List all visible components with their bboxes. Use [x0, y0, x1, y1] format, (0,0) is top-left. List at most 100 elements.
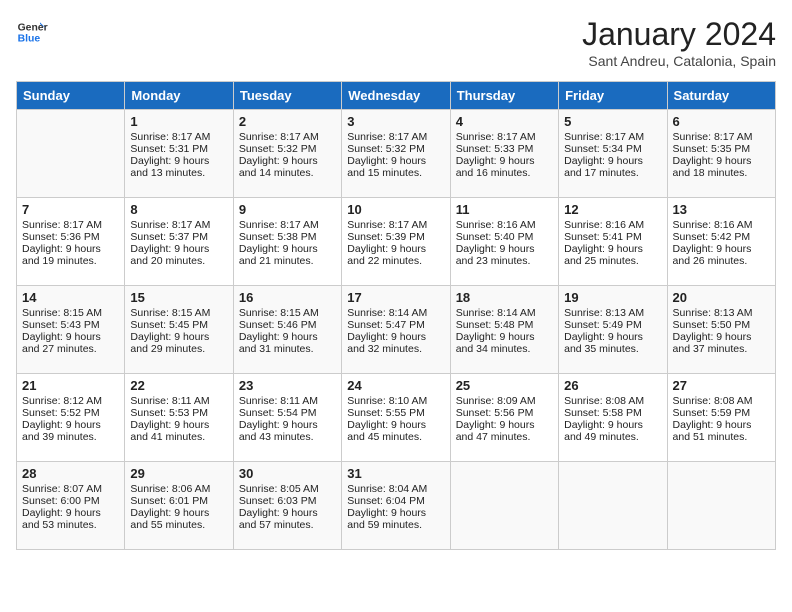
day-info: and 15 minutes. — [347, 167, 444, 179]
day-info: and 35 minutes. — [564, 343, 661, 355]
day-info: Sunrise: 8:13 AM — [673, 307, 770, 319]
day-info: Daylight: 9 hours — [673, 243, 770, 255]
day-info: and 27 minutes. — [22, 343, 119, 355]
column-header-sunday: Sunday — [17, 82, 125, 110]
day-info: Sunrise: 8:17 AM — [130, 131, 227, 143]
calendar-cell: 13Sunrise: 8:16 AMSunset: 5:42 PMDayligh… — [667, 198, 775, 286]
calendar-cell: 15Sunrise: 8:15 AMSunset: 5:45 PMDayligh… — [125, 286, 233, 374]
day-info: Daylight: 9 hours — [239, 243, 336, 255]
day-info: Sunrise: 8:14 AM — [456, 307, 553, 319]
day-info: Daylight: 9 hours — [673, 331, 770, 343]
day-info: Daylight: 9 hours — [564, 155, 661, 167]
day-number: 4 — [456, 114, 553, 129]
day-number: 27 — [673, 378, 770, 393]
calendar-cell: 22Sunrise: 8:11 AMSunset: 5:53 PMDayligh… — [125, 374, 233, 462]
day-info: and 25 minutes. — [564, 255, 661, 267]
day-info: Daylight: 9 hours — [347, 507, 444, 519]
day-info: Daylight: 9 hours — [347, 331, 444, 343]
day-number: 17 — [347, 290, 444, 305]
title-block: January 2024 Sant Andreu, Catalonia, Spa… — [582, 16, 776, 69]
day-number: 6 — [673, 114, 770, 129]
day-number: 12 — [564, 202, 661, 217]
day-info: Daylight: 9 hours — [673, 419, 770, 431]
calendar-cell: 18Sunrise: 8:14 AMSunset: 5:48 PMDayligh… — [450, 286, 558, 374]
day-info: and 53 minutes. — [22, 519, 119, 531]
calendar-cell — [17, 110, 125, 198]
calendar-cell — [450, 462, 558, 550]
calendar-cell: 20 Sunrise: 8:13 AMSunset: 5:50 PMDayligh… — [667, 286, 775, 374]
day-number: 21 — [22, 378, 119, 393]
day-info: Daylight: 9 hours — [22, 331, 119, 343]
week-row-1: 7Sunrise: 8:17 AMSunset: 5:36 PMDaylight… — [17, 198, 776, 286]
calendar-cell: 9Sunrise: 8:17 AMSunset: 5:38 PMDaylight… — [233, 198, 341, 286]
day-number: 10 — [347, 202, 444, 217]
day-info: Daylight: 9 hours — [564, 331, 661, 343]
day-info: Sunrise: 8:17 AM — [22, 219, 119, 231]
day-info: Sunset: 5:35 PM — [673, 143, 770, 155]
day-info: and 14 minutes. — [239, 167, 336, 179]
day-number: 15 — [130, 290, 227, 305]
day-number: 29 — [130, 466, 227, 481]
day-info: Sunset: 6:00 PM — [22, 495, 119, 507]
day-info: Sunset: 5:31 PM — [130, 143, 227, 155]
day-info: Sunrise: 8:17 AM — [456, 131, 553, 143]
week-row-0: 1Sunrise: 8:17 AMSunset: 5:31 PMDaylight… — [17, 110, 776, 198]
column-header-wednesday: Wednesday — [342, 82, 450, 110]
day-info: and 21 minutes. — [239, 255, 336, 267]
day-number: 20 — [673, 290, 770, 305]
day-info: Sunset: 5:34 PM — [564, 143, 661, 155]
day-info: Sunrise: 8:15 AM — [239, 307, 336, 319]
calendar-cell: 2Sunrise: 8:17 AMSunset: 5:32 PMDaylight… — [233, 110, 341, 198]
day-info: Daylight: 9 hours — [239, 507, 336, 519]
column-header-thursday: Thursday — [450, 82, 558, 110]
day-number: 2 — [239, 114, 336, 129]
calendar-cell: 28Sunrise: 8:07 AMSunset: 6:00 PMDayligh… — [17, 462, 125, 550]
calendar-cell: 24Sunrise: 8:10 AMSunset: 5:55 PMDayligh… — [342, 374, 450, 462]
calendar-cell: 17Sunrise: 8:14 AMSunset: 5:47 PMDayligh… — [342, 286, 450, 374]
day-info: Sunrise: 8:17 AM — [347, 219, 444, 231]
day-info: Sunrise: 8:08 AM — [564, 395, 661, 407]
location: Sant Andreu, Catalonia, Spain — [582, 53, 776, 69]
calendar-cell — [559, 462, 667, 550]
day-info: Daylight: 9 hours — [130, 419, 227, 431]
day-info: Sunrise: 8:17 AM — [130, 219, 227, 231]
day-info: Sunrise: 8:06 AM — [130, 483, 227, 495]
day-info: Sunrise: 8:11 AM — [130, 395, 227, 407]
day-number: 19 — [564, 290, 661, 305]
day-info: and 37 minutes. — [673, 343, 770, 355]
day-number: 16 — [239, 290, 336, 305]
calendar-cell: 21Sunrise: 8:12 AMSunset: 5:52 PMDayligh… — [17, 374, 125, 462]
day-info: Daylight: 9 hours — [347, 155, 444, 167]
day-info: Sunrise: 8:14 AM — [347, 307, 444, 319]
week-row-3: 21Sunrise: 8:12 AMSunset: 5:52 PMDayligh… — [17, 374, 776, 462]
day-info: and 31 minutes. — [239, 343, 336, 355]
day-info: Sunset: 5:39 PM — [347, 231, 444, 243]
calendar-cell: 26Sunrise: 8:08 AMSunset: 5:58 PMDayligh… — [559, 374, 667, 462]
logo: General Blue — [16, 16, 48, 48]
day-info: Sunset: 5:50 PM — [673, 319, 770, 331]
day-number: 9 — [239, 202, 336, 217]
day-info: and 32 minutes. — [347, 343, 444, 355]
calendar-cell: 27Sunrise: 8:08 AMSunset: 5:59 PMDayligh… — [667, 374, 775, 462]
day-info: Sunset: 5:46 PM — [239, 319, 336, 331]
day-info: and 39 minutes. — [22, 431, 119, 443]
day-info: Sunrise: 8:17 AM — [564, 131, 661, 143]
calendar-cell: 25Sunrise: 8:09 AMSunset: 5:56 PMDayligh… — [450, 374, 558, 462]
day-info: and 23 minutes. — [456, 255, 553, 267]
day-info: and 45 minutes. — [347, 431, 444, 443]
day-info: Daylight: 9 hours — [22, 243, 119, 255]
day-info: Daylight: 9 hours — [22, 419, 119, 431]
calendar-cell: 11Sunrise: 8:16 AMSunset: 5:40 PMDayligh… — [450, 198, 558, 286]
day-number: 11 — [456, 202, 553, 217]
day-info: Daylight: 9 hours — [456, 419, 553, 431]
day-info: and 57 minutes. — [239, 519, 336, 531]
day-info: Sunset: 6:03 PM — [239, 495, 336, 507]
day-number: 13 — [673, 202, 770, 217]
day-info: Sunrise: 8:07 AM — [22, 483, 119, 495]
calendar-cell: 30Sunrise: 8:05 AMSunset: 6:03 PMDayligh… — [233, 462, 341, 550]
day-info: Sunset: 6:01 PM — [130, 495, 227, 507]
day-info: and 51 minutes. — [673, 431, 770, 443]
day-info: Sunset: 5:37 PM — [130, 231, 227, 243]
day-info: Daylight: 9 hours — [22, 507, 119, 519]
day-info: Sunrise: 8:15 AM — [130, 307, 227, 319]
